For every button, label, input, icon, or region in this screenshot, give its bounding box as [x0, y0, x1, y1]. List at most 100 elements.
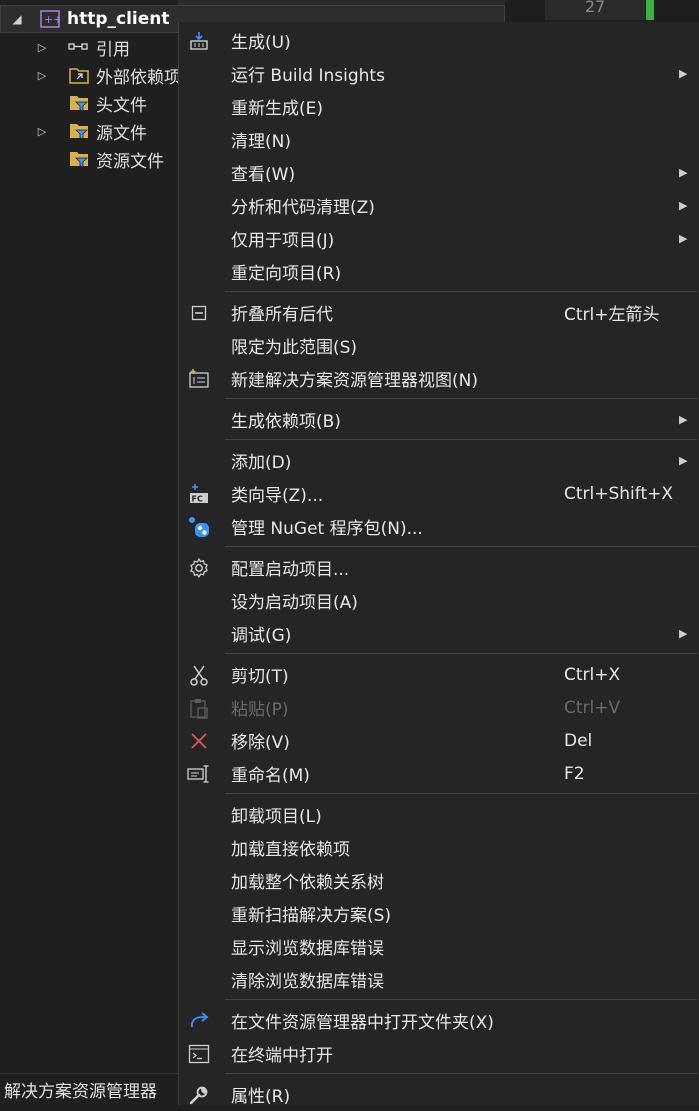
- menu-item-shortcut: Ctrl+X: [564, 664, 621, 685]
- tree-item-resource-files[interactable]: 资源文件: [36, 145, 164, 173]
- submenu-arrow-icon: ▶: [679, 199, 688, 212]
- menu-item-shortcut: F2: [564, 763, 585, 784]
- new-view-icon: [187, 368, 211, 390]
- tree-item-label: 外部依赖项: [96, 67, 181, 88]
- remove-icon: [187, 730, 211, 752]
- solution-explorer-tab[interactable]: 解决方案资源管理器: [0, 1073, 178, 1105]
- expand-arrow-icon[interactable]: ▷: [36, 41, 48, 54]
- solution-explorer: ◢ ++ http_client ▷ 引用 ▷ 外部依赖项 头文件 ▷ 源文件资源文件: [0, 0, 505, 1105]
- menu-item-label: 限定为此范围(S): [231, 338, 358, 358]
- menu-item-label: 在终端中打开: [231, 1046, 333, 1066]
- tree-item-external-dependencies[interactable]: ▷ 外部依赖项: [36, 61, 181, 89]
- submenu-arrow-icon: ▶: [679, 627, 688, 640]
- collapse-icon: [187, 302, 211, 324]
- context-menu: 生成(U) 运行 Build Insights ▶ 重新生成(E) 清理(N) 查看(W)…: [178, 22, 699, 1107]
- menu-separator: [225, 653, 697, 654]
- menu-item-3-1[interactable]: FC 类向导(Z)... Ctrl+Shift+X: [179, 477, 699, 510]
- build-icon: [187, 30, 211, 52]
- menu-item-label: 在文件资源管理器中打开文件夹(X): [231, 1013, 494, 1033]
- project-name: http_client: [67, 9, 170, 29]
- terminal-icon: [187, 1043, 211, 1065]
- submenu-arrow-icon: ▶: [679, 67, 688, 80]
- gear-icon: [187, 557, 211, 579]
- menu-separator: [225, 793, 697, 794]
- menu-item-0-3[interactable]: 清理(N): [179, 123, 699, 156]
- menu-item-shortcut: Del: [564, 730, 593, 751]
- menu-item-1-2[interactable]: 新建解决方案资源管理器视图(N): [179, 362, 699, 395]
- menu-item-6-3[interactable]: 重新扫描解决方案(S): [179, 897, 699, 930]
- menu-item-1-1[interactable]: 限定为此范围(S): [179, 329, 699, 362]
- menu-item-4-2[interactable]: 调试(G) ▶: [179, 617, 699, 650]
- menu-item-label: 卸载项目(L): [231, 807, 322, 827]
- menu-item-6-5[interactable]: 清除浏览数据库错误: [179, 963, 699, 996]
- submenu-arrow-icon: ▶: [679, 454, 688, 467]
- menu-item-label: 加载直接依赖项: [231, 840, 350, 860]
- tree-item-label: 资源文件: [96, 151, 164, 172]
- menu-item-shortcut: Ctrl+左箭头: [564, 305, 660, 325]
- menu-item-label: 粘贴(P): [231, 700, 289, 720]
- tree-item-references[interactable]: ▷ 引用: [36, 33, 130, 61]
- tree-item-header-files[interactable]: 头文件: [36, 89, 147, 117]
- menu-item-5-3[interactable]: 重命名(M) F2: [179, 757, 699, 790]
- menu-item-4-0[interactable]: 配置启动项目...: [179, 551, 699, 584]
- expand-arrow-icon[interactable]: ▷: [36, 69, 48, 82]
- menu-item-label: 管理 NuGet 程序包(N)...: [231, 519, 423, 539]
- menu-item-6-2[interactable]: 加载整个依赖关系树: [179, 864, 699, 897]
- menu-item-7-1[interactable]: 在终端中打开: [179, 1037, 699, 1070]
- folder-link-icon: [68, 65, 90, 85]
- menu-item-0-2[interactable]: 重新生成(E): [179, 90, 699, 123]
- menu-item-0-4[interactable]: 查看(W) ▶: [179, 156, 699, 189]
- menu-item-2-0[interactable]: 生成依赖项(B) ▶: [179, 403, 699, 436]
- menu-item-0-1[interactable]: 运行 Build Insights ▶: [179, 57, 699, 90]
- menu-item-1-0[interactable]: 折叠所有后代 Ctrl+左箭头: [179, 296, 699, 329]
- menu-item-label: 添加(D): [231, 453, 292, 473]
- menu-item-5-1: 粘贴(P) Ctrl+V: [179, 691, 699, 724]
- menu-item-label: 重新扫描解决方案(S): [231, 906, 392, 926]
- menu-item-5-0[interactable]: 剪切(T) Ctrl+X: [179, 658, 699, 691]
- menu-item-label: 配置启动项目...: [231, 560, 350, 580]
- menu-item-0-7[interactable]: 重定向项目(R): [179, 255, 699, 288]
- menu-item-label: 生成依赖项(B): [231, 412, 341, 432]
- menu-item-7-0[interactable]: 在文件资源管理器中打开文件夹(X): [179, 1004, 699, 1037]
- change-indicator-bar: [646, 0, 654, 20]
- menu-item-6-4[interactable]: 显示浏览数据库错误: [179, 930, 699, 963]
- tree-item-source-files[interactable]: ▷ 源文件: [36, 117, 147, 145]
- menu-item-0-5[interactable]: 分析和代码清理(Z) ▶: [179, 189, 699, 222]
- submenu-arrow-icon: ▶: [679, 232, 688, 245]
- menu-item-label: 运行 Build Insights: [231, 66, 385, 86]
- collapse-arrow-icon[interactable]: ◢: [11, 12, 23, 26]
- menu-item-label: 清理(N): [231, 132, 291, 152]
- menu-item-6-0[interactable]: 卸载项目(L): [179, 798, 699, 831]
- menu-item-label: 类向导(Z)...: [231, 486, 324, 506]
- menu-item-0-6[interactable]: 仅用于项目(J) ▶: [179, 222, 699, 255]
- menu-separator: [225, 546, 697, 547]
- filter-folder-icon: [68, 93, 90, 113]
- menu-item-label: 移除(V): [231, 733, 290, 753]
- menu-separator: [225, 291, 697, 292]
- rename-icon: [187, 763, 211, 785]
- svg-text:++: ++: [44, 13, 60, 26]
- menu-item-6-1[interactable]: 加载直接依赖项: [179, 831, 699, 864]
- menu-item-label: 折叠所有后代: [231, 305, 333, 325]
- tree-item-label: 引用: [96, 39, 130, 60]
- menu-item-0-0[interactable]: 生成(U): [179, 24, 699, 57]
- menu-item-label: 调试(G): [231, 626, 292, 646]
- expand-arrow-icon[interactable]: ▷: [36, 125, 48, 138]
- class-wizard-icon: FC: [187, 483, 211, 505]
- menu-item-label: 显示浏览数据库错误: [231, 939, 384, 959]
- menu-item-label: 重新生成(E): [231, 99, 324, 119]
- filter-folder-icon: [68, 121, 90, 141]
- menu-item-shortcut: Ctrl+Shift+X: [564, 483, 674, 504]
- cpp-project-icon: ++: [39, 9, 61, 29]
- menu-separator: [225, 999, 697, 1000]
- menu-item-3-0[interactable]: 添加(D) ▶: [179, 444, 699, 477]
- menu-separator: [225, 398, 697, 399]
- menu-separator: [225, 439, 697, 440]
- scissors-icon: [187, 664, 211, 686]
- menu-item-label: 生成(U): [231, 33, 291, 53]
- menu-item-8-0[interactable]: 属性(R): [179, 1078, 699, 1111]
- open-folder-icon: [187, 1010, 211, 1032]
- menu-item-3-2[interactable]: 管理 NuGet 程序包(N)...: [179, 510, 699, 543]
- menu-item-5-2[interactable]: 移除(V) Del: [179, 724, 699, 757]
- menu-item-4-1[interactable]: 设为启动项目(A): [179, 584, 699, 617]
